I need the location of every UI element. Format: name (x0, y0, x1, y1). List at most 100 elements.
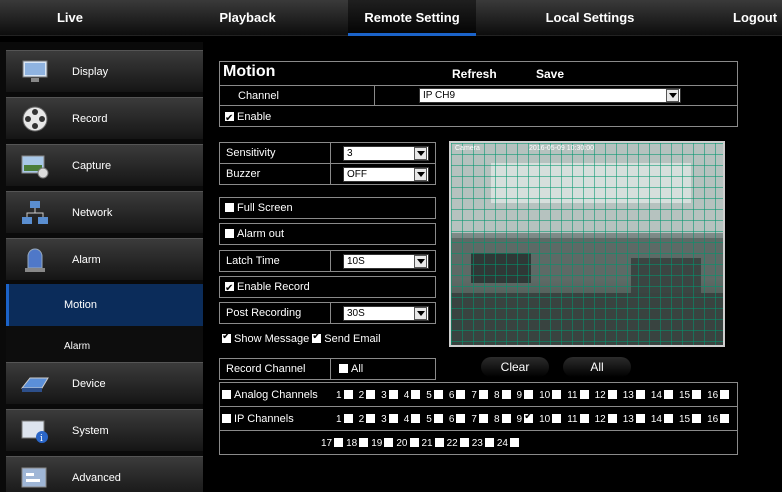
channel-select[interactable]: IP CH9 (419, 88, 681, 103)
channel-checkbox[interactable]: 7 (471, 390, 491, 401)
alarm-out-row: Alarm out (219, 223, 436, 245)
latch-time-value: 10S (347, 256, 365, 267)
sensitivity-select[interactable]: 3 (343, 146, 429, 161)
channel-checkbox[interactable]: 9 (517, 411, 537, 425)
channel-checkbox[interactable]: 17 (321, 438, 346, 449)
channel-checkbox[interactable]: 2 (359, 414, 379, 425)
channel-number: 1 (336, 414, 342, 425)
channel-checkbox[interactable]: 23 (472, 438, 497, 449)
channel-checkbox[interactable]: 1 (336, 414, 356, 425)
show-message-checkbox[interactable]: Show Message (222, 331, 309, 345)
tab-live[interactable]: Live (30, 0, 110, 36)
channel-checkbox[interactable]: 11 (567, 414, 591, 425)
chevron-down-icon (414, 147, 427, 160)
channel-checkbox[interactable]: 4 (404, 390, 424, 401)
checkbox-icon (663, 390, 673, 399)
channel-number: 8 (493, 390, 500, 401)
channel-label: Channel (238, 90, 279, 102)
sidebar-subitem-motion[interactable]: Motion (6, 284, 203, 326)
enable-checkbox[interactable]: Enable (225, 107, 271, 129)
record-channel-label-cell: Record Channel (219, 358, 331, 380)
channel-checkbox[interactable]: 6 (449, 414, 469, 425)
channel-checkbox[interactable]: 3 (381, 390, 401, 401)
tab-remote-setting[interactable]: Remote Setting (348, 0, 476, 36)
tab-playback[interactable]: Playback (205, 0, 290, 36)
channel-checkbox[interactable]: 10 (539, 414, 564, 425)
checkbox-icon (225, 229, 234, 238)
channel-checkbox[interactable]: 3 (381, 414, 401, 425)
channel-checkbox[interactable]: 15 (679, 414, 704, 425)
channel-checkbox[interactable]: 16 (707, 414, 732, 425)
all-button[interactable]: All (563, 357, 631, 377)
channel-checkbox[interactable]: 14 (651, 414, 676, 425)
checkbox-icon (501, 414, 511, 423)
channel-checkbox[interactable]: 7 (471, 414, 491, 425)
channel-number: 19 (371, 438, 383, 449)
alarm-out-checkbox[interactable]: Alarm out (225, 224, 284, 244)
latch-time-select[interactable]: 10S (343, 254, 429, 269)
channel-number: 16 (707, 390, 719, 401)
channel-checkbox[interactable]: 5 (426, 414, 446, 425)
channel-checkbox[interactable]: 18 (346, 438, 371, 449)
channel-checkbox[interactable]: 15 (679, 390, 704, 401)
record-channel-all-cell: All (330, 358, 436, 380)
channel-number: 7 (471, 390, 477, 401)
enable-record-checkbox[interactable]: Enable Record (225, 277, 310, 299)
refresh-button[interactable]: Refresh (452, 67, 497, 81)
send-email-checkbox[interactable]: Send Email (312, 331, 381, 345)
sidebar-item-network[interactable]: Network (6, 191, 203, 233)
channel-number: 8 (493, 414, 500, 425)
channel-checkbox[interactable]: 13 (623, 390, 648, 401)
channel-checkbox[interactable]: 24 (497, 438, 522, 449)
buzzer-select[interactable]: OFF (343, 167, 429, 182)
checkbox-icon (411, 390, 421, 399)
channel-checkbox[interactable]: 5 (426, 390, 446, 401)
channel-checkbox[interactable]: 2 (359, 390, 379, 401)
analog-channels-checkbox[interactable]: Analog Channels (222, 385, 318, 405)
channel-number: 6 (448, 414, 455, 425)
tab-logout[interactable]: Logout (725, 0, 782, 36)
chevron-down-icon (414, 168, 427, 181)
channel-checkbox[interactable]: 1 (336, 390, 356, 401)
record-all-checkbox[interactable]: All (339, 359, 363, 379)
clear-button[interactable]: Clear (481, 357, 549, 377)
sidebar-item-device[interactable]: Device (6, 362, 203, 404)
checkbox-icon (552, 390, 562, 399)
channel-checkbox[interactable]: 10 (539, 390, 564, 401)
channel-checkbox[interactable]: 8 (494, 414, 514, 425)
channel-checkbox[interactable]: 22 (447, 438, 472, 449)
channel-checkbox[interactable]: 8 (494, 390, 514, 401)
full-screen-checkbox[interactable]: Full Screen (225, 198, 293, 218)
channel-checkbox[interactable]: 21 (422, 438, 447, 449)
channel-checkbox[interactable]: 4 (404, 414, 424, 425)
channel-checkbox[interactable]: 16 (707, 390, 732, 401)
save-button[interactable]: Save (536, 67, 564, 81)
post-recording-select[interactable]: 30S (343, 306, 429, 321)
channel-checkbox[interactable]: 19 (371, 438, 396, 449)
channel-checkbox[interactable]: 11 (567, 390, 591, 401)
sidebar-item-record[interactable]: Record (6, 97, 203, 139)
enable-row: Enable (219, 105, 738, 129)
channel-checkbox[interactable]: 12 (595, 414, 620, 425)
channel-number: 21 (421, 438, 433, 449)
sidebar-item-alarm[interactable]: Alarm (6, 238, 203, 280)
ip-channels-checkbox[interactable]: IP Channels (222, 409, 294, 429)
channel-checkbox[interactable]: 13 (623, 414, 648, 425)
channel-checkbox[interactable]: 9 (517, 390, 537, 401)
channel-checkbox[interactable]: 6 (449, 390, 469, 401)
sidebar-item-label: Display (72, 66, 109, 78)
sidebar-item-system[interactable]: i System (6, 409, 203, 451)
sidebar-item-advanced[interactable]: Advanced (6, 456, 203, 492)
enable-record-label: Enable Record (237, 281, 310, 293)
tab-local-settings[interactable]: Local Settings (530, 0, 650, 36)
checkbox-icon (692, 390, 702, 399)
motion-preview[interactable]: Camera 2016-05-09 10:30:00 (449, 141, 725, 347)
channel-checkbox[interactable]: 12 (595, 390, 620, 401)
sidebar-item-capture[interactable]: Capture (6, 144, 203, 186)
channel-number: 11 (567, 390, 578, 401)
channel-checkbox[interactable]: 14 (651, 390, 676, 401)
channel-checkbox[interactable]: 20 (396, 438, 421, 449)
channel-number: 13 (622, 390, 634, 401)
camera-gear-icon (21, 155, 49, 179)
sidebar-item-display[interactable]: Display (6, 50, 203, 92)
